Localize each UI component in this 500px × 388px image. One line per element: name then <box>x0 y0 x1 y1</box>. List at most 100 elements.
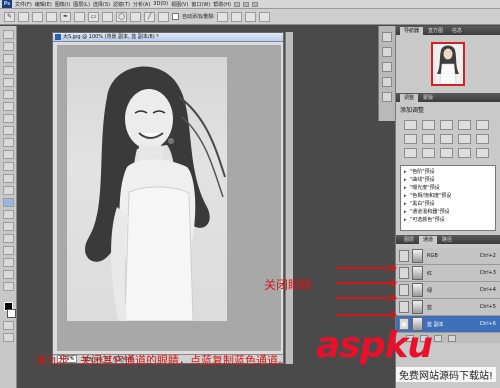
exposure-icon[interactable] <box>458 120 471 130</box>
mini-bridge-icon[interactable] <box>242 1 249 7</box>
tab-channels[interactable]: 通道 <box>419 236 438 244</box>
tab-adjustments[interactable]: 调整 <box>400 94 419 102</box>
pen-icon[interactable]: ✒ <box>60 11 71 22</box>
eyedropper-tool-icon[interactable] <box>2 90 14 99</box>
document-vertical-scrollbar[interactable] <box>285 32 293 364</box>
marquee-tool-icon[interactable] <box>2 42 14 51</box>
3d-orbit-tool-icon[interactable] <box>2 258 14 267</box>
path-subtract-icon[interactable] <box>230 11 242 22</box>
menu-edit[interactable]: 编辑(E) <box>35 1 52 8</box>
brush-panel-icon[interactable] <box>382 92 392 102</box>
tab-masks[interactable]: 蒙版 <box>419 94 437 102</box>
quick-mask-icon[interactable] <box>2 321 14 330</box>
photo-filter-icon[interactable] <box>458 134 471 144</box>
black-white-icon[interactable] <box>440 134 453 144</box>
threshold-icon[interactable] <box>440 148 453 158</box>
path-intersect-icon[interactable] <box>244 11 256 22</box>
channel-row-green[interactable]: 绿 Ctrl+4 <box>396 282 500 299</box>
posterize-icon[interactable] <box>422 148 435 158</box>
rounded-rect-shape-icon[interactable] <box>102 11 113 22</box>
history-panel-icon[interactable] <box>382 32 392 42</box>
tab-layers[interactable]: 图层 <box>400 236 418 244</box>
menu-window[interactable]: 窗口(W) <box>191 1 210 8</box>
path-exclude-icon[interactable] <box>258 11 270 22</box>
history-brush-tool-icon[interactable] <box>2 138 14 147</box>
gradient-tool-icon[interactable] <box>2 162 14 171</box>
menu-help[interactable]: 帮助(H) <box>213 1 231 8</box>
background-color-swatch[interactable] <box>6 309 16 318</box>
brightness-contrast-icon[interactable] <box>404 120 417 130</box>
lasso-tool-icon[interactable] <box>2 54 14 63</box>
navigator-thumbnail[interactable] <box>431 42 465 86</box>
hand-tool-icon[interactable] <box>2 270 14 279</box>
menu-analysis[interactable]: 分析(A) <box>133 1 150 8</box>
hue-saturation-icon[interactable] <box>404 134 417 144</box>
preset-selective-color[interactable]: ▸ "可选颜色"预设 <box>404 216 492 224</box>
preset-levels[interactable]: ▸ "色阶"预设 <box>404 168 492 176</box>
path-selection-tool-icon[interactable] <box>2 222 14 231</box>
tab-info[interactable]: 信息 <box>448 27 466 35</box>
shape-layers-icon[interactable] <box>18 11 29 22</box>
pen-tool-preset-icon[interactable]: ✎ <box>4 11 15 22</box>
menu-select[interactable]: 选择(S) <box>93 1 110 8</box>
channel-row-rgb[interactable]: RGB Ctrl+2 <box>396 248 500 265</box>
preset-exposure[interactable]: ▸ "曝光度"预设 <box>404 184 492 192</box>
document-title-bar[interactable]: 大S.jpg @ 100% (背景 副本, 蓝 副本/8) * <box>53 33 283 42</box>
channel-mixer-icon[interactable] <box>476 134 489 144</box>
menu-view[interactable]: 视图(V) <box>171 1 188 8</box>
zoom-tool-icon[interactable] <box>2 282 14 291</box>
tab-paths[interactable]: 路径 <box>438 236 456 244</box>
curves-icon[interactable] <box>440 120 453 130</box>
menu-3d[interactable]: 3D(D) <box>153 1 168 7</box>
healing-brush-tool-icon[interactable] <box>2 102 14 111</box>
preset-curves[interactable]: ▸ "曲线"预设 <box>404 176 492 184</box>
blur-tool-icon[interactable] <box>2 174 14 183</box>
visibility-toggle[interactable] <box>399 301 409 313</box>
menu-filter[interactable]: 滤镜(T) <box>113 1 130 8</box>
clone-stamp-tool-icon[interactable] <box>2 126 14 135</box>
magic-wand-tool-icon[interactable] <box>2 66 14 75</box>
polygon-shape-icon[interactable] <box>130 11 141 22</box>
type-tool-icon[interactable] <box>2 210 14 219</box>
character-panel-icon[interactable] <box>382 77 392 87</box>
freeform-pen-icon[interactable] <box>74 11 85 22</box>
channel-row-blue[interactable]: 蓝 Ctrl+5 <box>396 299 500 316</box>
bridge-icon[interactable] <box>233 1 240 7</box>
gradient-map-icon[interactable] <box>458 148 471 158</box>
zoom-level-icon[interactable] <box>251 1 258 7</box>
screen-mode-icon[interactable] <box>2 333 14 342</box>
color-balance-icon[interactable] <box>422 134 435 144</box>
visibility-toggle[interactable] <box>399 267 409 279</box>
3d-rotate-tool-icon[interactable] <box>2 246 14 255</box>
actions-panel-icon[interactable] <box>382 47 392 57</box>
tab-histogram[interactable]: 直方图 <box>424 27 447 35</box>
swatches-panel-icon[interactable] <box>382 62 392 72</box>
crop-tool-icon[interactable] <box>2 78 14 87</box>
channel-row-red[interactable]: 红 Ctrl+3 <box>396 265 500 282</box>
line-shape-icon[interactable]: ╱ <box>144 11 155 22</box>
invert-icon[interactable] <box>404 148 417 158</box>
path-add-icon[interactable] <box>216 11 228 22</box>
visibility-toggle[interactable] <box>399 250 409 262</box>
tab-navigator[interactable]: 导航器 <box>400 27 424 35</box>
menu-file[interactable]: 文件(F) <box>15 1 32 8</box>
selective-color-icon[interactable] <box>476 148 489 158</box>
eraser-tool-icon[interactable] <box>2 150 14 159</box>
paths-icon[interactable] <box>32 11 43 22</box>
levels-icon[interactable] <box>422 120 435 130</box>
ellipse-shape-icon[interactable]: ◯ <box>116 11 127 22</box>
fill-pixels-icon[interactable] <box>46 11 57 22</box>
dodge-tool-icon[interactable] <box>2 186 14 195</box>
vibrance-icon[interactable] <box>476 120 489 130</box>
visibility-toggle[interactable] <box>399 284 409 296</box>
brush-tool-icon[interactable] <box>2 114 14 123</box>
pen-tool-icon[interactable] <box>2 198 14 207</box>
document-canvas[interactable] <box>57 45 281 351</box>
rectangle-shape-icon[interactable]: ▭ <box>88 11 99 22</box>
shape-tool-icon[interactable] <box>2 234 14 243</box>
auto-add-delete-checkbox[interactable] <box>172 13 179 20</box>
preset-channel-mixer[interactable]: ▸ "通道混和器"预设 <box>404 208 492 216</box>
menu-layer[interactable]: 图层(L) <box>73 1 90 8</box>
custom-shape-icon[interactable] <box>158 11 169 22</box>
preset-hue-saturation[interactable]: ▸ "色相/饱和度"预设 <box>404 192 492 200</box>
